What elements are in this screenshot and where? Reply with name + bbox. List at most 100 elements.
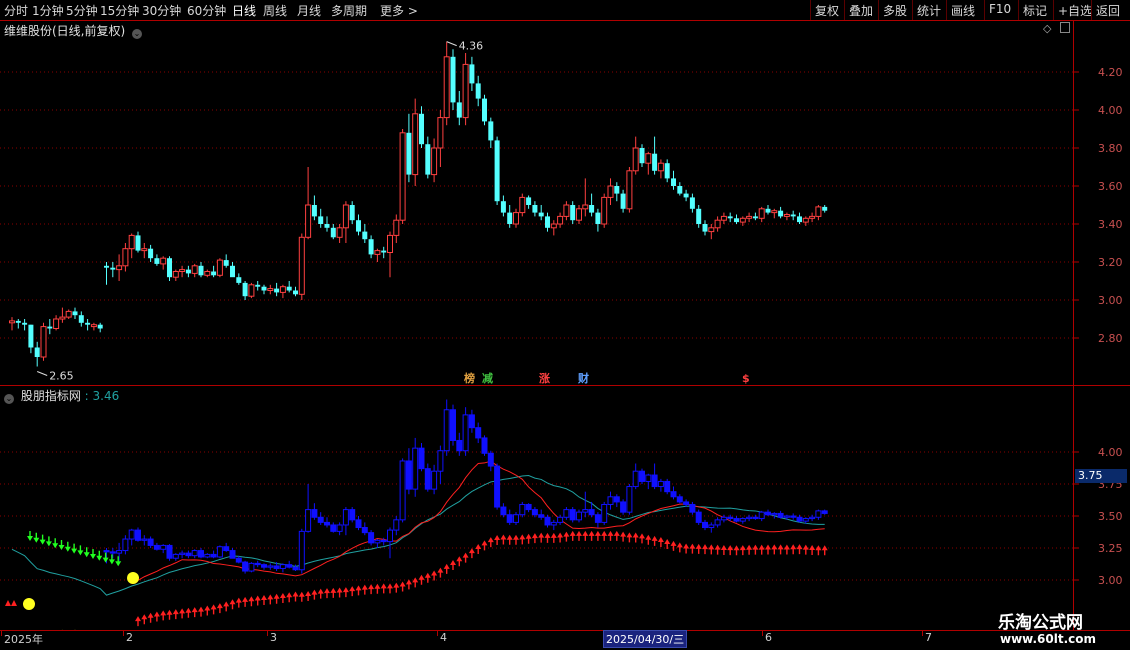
indicator-bar xyxy=(380,539,387,543)
buy-arrow xyxy=(399,581,406,592)
indicator-bar xyxy=(412,447,419,490)
indicator-bar xyxy=(613,496,620,503)
candle-body xyxy=(128,234,135,250)
indicator-bar xyxy=(147,538,154,546)
period-tab-10[interactable]: 更多 > xyxy=(380,2,418,19)
toolbar-button-7[interactable]: +自选 xyxy=(1053,0,1096,20)
y-tick-label: 4.00 xyxy=(1098,446,1123,459)
candle-body xyxy=(286,286,292,291)
indicator-bar xyxy=(387,529,393,543)
event-marker[interactable]: 榜 xyxy=(464,371,475,385)
period-tab-7[interactable]: 周线 xyxy=(263,2,287,19)
buy-arrow xyxy=(324,588,330,599)
indicator-bar xyxy=(651,474,658,488)
event-marker[interactable]: 减 xyxy=(482,371,493,385)
indicator-bar xyxy=(746,516,753,520)
buy-arrow xyxy=(166,609,173,620)
buy-arrow xyxy=(632,532,639,543)
event-marker[interactable]: 涨 xyxy=(539,371,550,385)
toolbar-button-4[interactable]: 画线 xyxy=(946,0,979,20)
date-label: 6 xyxy=(765,631,772,644)
buy-arrow xyxy=(450,559,456,570)
candle-body xyxy=(526,197,532,205)
candle-body xyxy=(255,284,261,287)
toolbar-button-2[interactable]: 多股 xyxy=(878,0,911,20)
indicator-bar xyxy=(588,509,595,516)
low-label: 2.65 xyxy=(49,370,73,383)
buy-arrow xyxy=(342,587,349,598)
buy-arrow xyxy=(286,592,293,603)
period-tab-6[interactable]: 日线 xyxy=(232,2,256,19)
indicator-bar xyxy=(172,553,179,559)
indicator-bar xyxy=(424,468,431,490)
y-tick-label: 3.20 xyxy=(1098,256,1123,269)
indicator-bar xyxy=(632,470,639,488)
buy-arrow xyxy=(739,545,746,556)
candle-body xyxy=(211,271,217,276)
period-tab-4[interactable]: 30分钟 xyxy=(142,2,181,19)
high-arrow xyxy=(446,41,457,47)
toolbar-button-1[interactable]: 叠加 xyxy=(844,0,877,20)
indicator-bar xyxy=(185,552,192,557)
period-tab-3[interactable]: 15分钟 xyxy=(100,2,139,19)
period-tab-8[interactable]: 月线 xyxy=(297,2,321,19)
period-tab-9[interactable]: 多周期 xyxy=(331,2,367,19)
candle-body xyxy=(614,186,620,194)
indicator-bar xyxy=(342,509,349,526)
buy-arrow xyxy=(216,603,223,614)
buy-arrow xyxy=(569,530,576,541)
candle-body xyxy=(154,258,160,264)
indicator-bar xyxy=(544,516,551,526)
indicator-bar xyxy=(437,450,444,472)
toolbar-button-3[interactable]: 统计 xyxy=(912,0,945,20)
period-tab-1[interactable]: 1分钟 xyxy=(32,2,64,19)
toolbar-button-0[interactable]: 复权 xyxy=(810,0,843,20)
candle-body xyxy=(53,318,60,329)
buy-arrow xyxy=(153,611,160,622)
period-tab-5[interactable]: 60分钟 xyxy=(187,2,226,19)
candle-body xyxy=(311,205,317,217)
buy-arrow xyxy=(387,583,393,594)
period-tab-0[interactable]: 分时 xyxy=(4,2,28,19)
watermark-url: www.60lt.com xyxy=(1000,632,1097,646)
sell-arrow xyxy=(71,543,78,554)
candle-body xyxy=(230,265,235,278)
indicator-bar xyxy=(733,518,740,522)
indicator-bar xyxy=(431,470,438,490)
buy-arrow xyxy=(349,586,356,597)
indicator-bar xyxy=(450,409,456,441)
indicator-bar xyxy=(128,529,135,540)
candle-body xyxy=(172,271,179,278)
candle-body xyxy=(664,163,670,179)
period-tab-2[interactable]: 5分钟 xyxy=(66,2,98,19)
buy-arrow xyxy=(727,545,734,556)
candle-body xyxy=(97,324,103,329)
buy-arrow xyxy=(544,532,551,543)
indicator-bar xyxy=(229,550,236,559)
toolbar-button-6[interactable]: 标记 xyxy=(1018,0,1051,20)
indicator-bar xyxy=(550,521,557,526)
candle-body xyxy=(362,231,368,240)
candle-body xyxy=(589,205,595,213)
buy-arrow xyxy=(361,584,368,595)
candle-body xyxy=(399,132,406,221)
event-marker[interactable]: 财 xyxy=(577,371,589,385)
buy-arrow xyxy=(588,530,595,541)
candle-body xyxy=(462,63,469,119)
candle-body xyxy=(110,267,116,270)
buy-arrow xyxy=(487,537,494,548)
indicator-bar xyxy=(689,503,696,513)
indicator-bar xyxy=(519,503,526,516)
toolbar-button-8[interactable]: 返回 xyxy=(1091,0,1124,20)
buy-arrow xyxy=(261,594,267,605)
candle-body xyxy=(632,147,639,172)
date-label: 7 xyxy=(925,631,932,644)
event-marker[interactable]: $ xyxy=(742,372,750,385)
buy-arrow xyxy=(689,543,696,554)
indicator-bar xyxy=(374,539,381,544)
buy-arrow xyxy=(424,572,431,583)
candle-body xyxy=(412,113,419,176)
buy-arrow xyxy=(135,616,141,627)
indicator-bar xyxy=(279,564,286,569)
toolbar-button-5[interactable]: F10 xyxy=(984,0,1015,20)
